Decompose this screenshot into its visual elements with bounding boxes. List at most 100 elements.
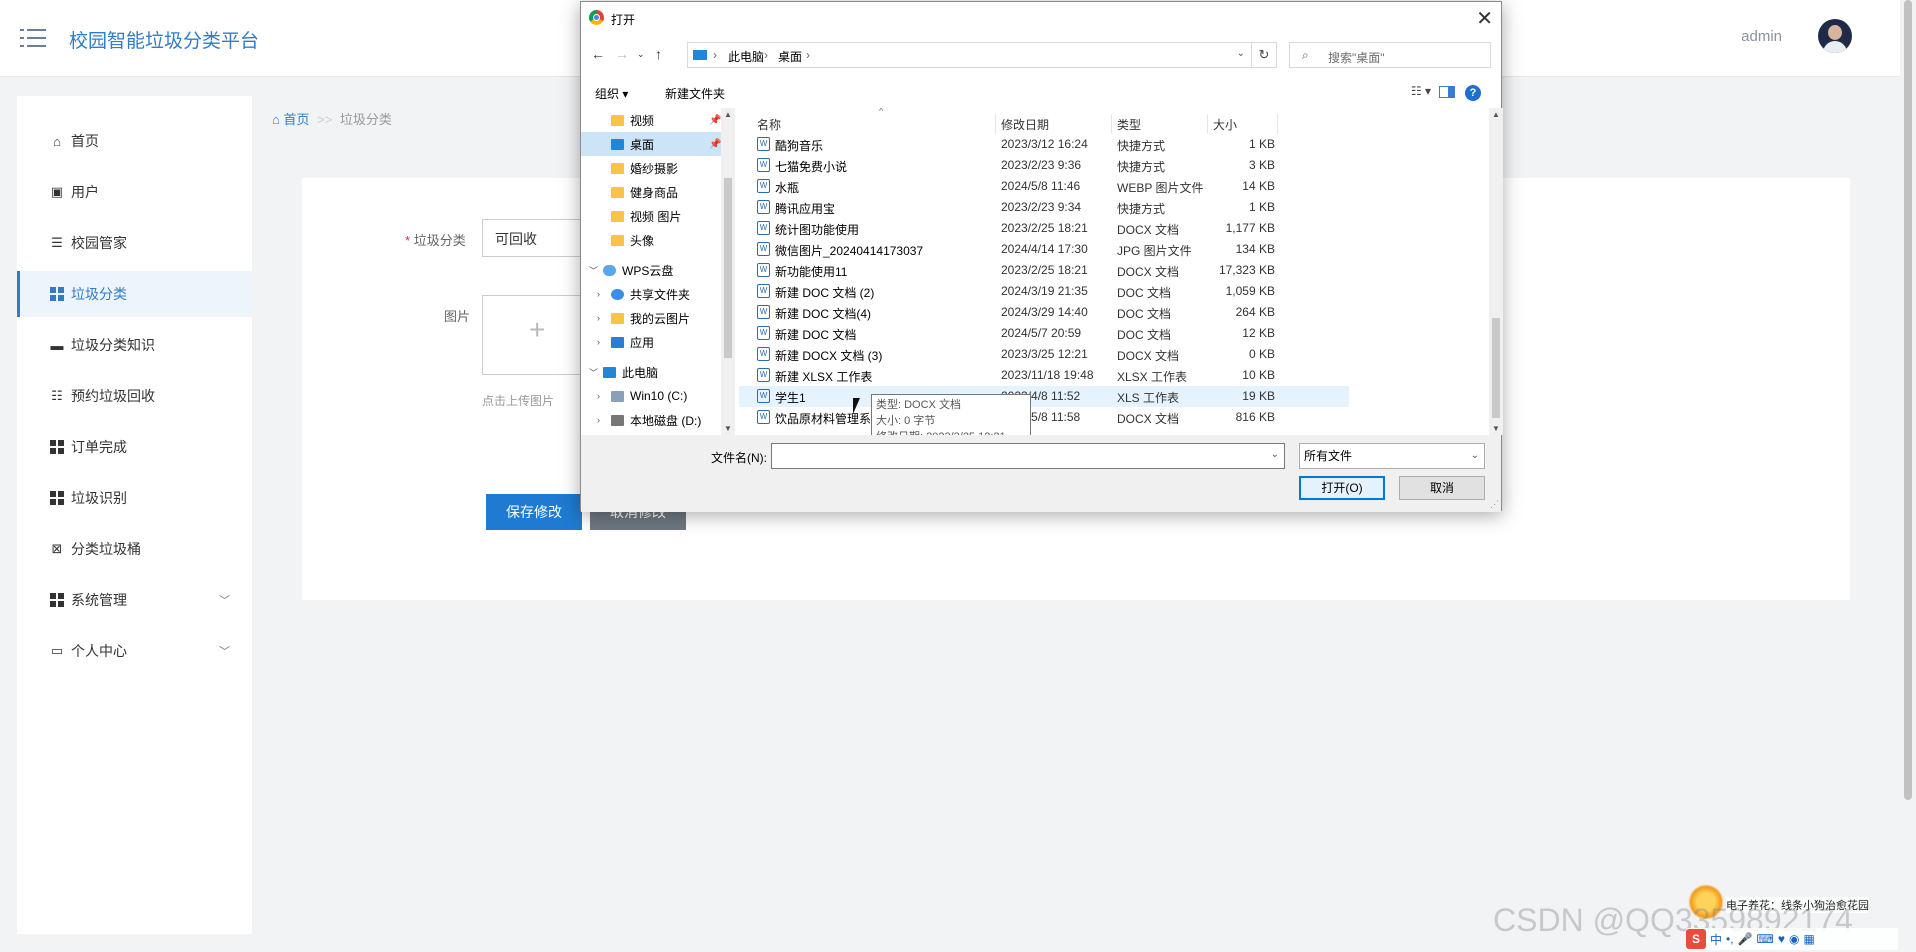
chevron-down-icon: ﹀ xyxy=(219,646,230,658)
nav-item[interactable]: 婚纱摄影 xyxy=(581,156,721,180)
organize-menu[interactable]: 组织 ▾ xyxy=(595,85,628,102)
username[interactable]: admin xyxy=(1741,28,1782,45)
file-row[interactable]: W 新建 DOC 文档 (2) 2024/3/19 21:35 DOC 文档 1,059… xyxy=(739,281,1349,302)
avatar[interactable] xyxy=(1818,19,1852,53)
sidebar-item-label: 预约垃圾回收 xyxy=(71,388,155,404)
nav-item-wps-cloud[interactable]: ﹀ WPS云盘 xyxy=(581,258,721,282)
file-name: 新建 DOC 文档(4) xyxy=(775,307,872,321)
back-icon[interactable]: ← xyxy=(591,46,605,62)
file-row[interactable]: W 七猫免费小说 2023/2/23 9:36 快捷方式 3 KB xyxy=(739,155,1349,176)
grid-icon xyxy=(49,490,65,506)
punctuation-icon[interactable]: •, xyxy=(1726,932,1734,946)
sidebar-item-knowledge[interactable]: ▬ 垃圾分类知识 xyxy=(17,322,252,368)
address-bar[interactable]: › 此电脑 › 桌面 › ⌄ xyxy=(687,42,1252,68)
nav-item[interactable]: › 共享文件夹 xyxy=(581,282,721,306)
help-icon[interactable]: ? xyxy=(1465,85,1481,101)
file-row[interactable]: W 水瓶 2024/5/8 11:46 WEBP 图片文件 14 KB xyxy=(739,176,1349,197)
toolbox-icon[interactable]: ▦ xyxy=(1803,932,1814,946)
file-name: 新建 DOC 文档 (2) xyxy=(775,286,875,300)
image-upload[interactable]: + xyxy=(482,295,583,375)
nav-item[interactable]: 头像 xyxy=(581,228,721,252)
file-row[interactable]: W 学生1 2023/4/8 11:52 XLS 工作表 19 KB xyxy=(739,386,1349,407)
file-row[interactable]: W 酷狗音乐 2023/3/12 16:24 快捷方式 1 KB xyxy=(739,134,1349,155)
file-row[interactable]: W 微信图片_20240414173037 2024/4/14 17:30 JPG 图… xyxy=(739,239,1349,260)
sidebar-item-garbage-category[interactable]: 垃圾分类 xyxy=(17,271,252,317)
resize-grip-icon[interactable]: ⋰ xyxy=(1490,499,1499,510)
nav-item[interactable]: 视频 图片 xyxy=(581,204,721,228)
nav-item-this-pc[interactable]: ﹀ 此电脑 xyxy=(581,360,721,384)
dialog-cancel-button[interactable]: 取消 xyxy=(1399,476,1485,500)
sidebar-item-orders[interactable]: 订单完成 xyxy=(17,424,252,470)
column-header-type[interactable]: 类型 xyxy=(1117,116,1141,133)
file-row[interactable]: W 新建 DOCX 文档 (3) 2023/3/25 12:21 DOCX 文档 0 K… xyxy=(739,344,1349,365)
sidebar-item-profile[interactable]: ▭ 个人中心 ﹀ xyxy=(17,628,252,674)
breadcrumb-separator: >> xyxy=(317,112,333,127)
sidebar-item-recognition[interactable]: 垃圾识别 xyxy=(17,475,252,521)
open-button[interactable]: 打开(O) xyxy=(1299,476,1385,500)
category-select[interactable]: 可回收 xyxy=(482,219,582,257)
nav-item[interactable]: 健身商品 xyxy=(581,180,721,204)
filetype-select[interactable]: 所有文件 ⌄ xyxy=(1299,443,1485,469)
column-header-date[interactable]: 修改日期 xyxy=(1001,116,1049,133)
file-size: 19 KB xyxy=(1242,389,1275,403)
file-name: 水瓶 xyxy=(775,181,800,195)
keyboard-icon[interactable]: ⌨ xyxy=(1757,932,1774,946)
refresh-icon[interactable]: ↻ xyxy=(1251,42,1277,68)
file-row[interactable]: W 腾讯应用宝 2023/2/23 9:34 快捷方式 1 KB xyxy=(739,197,1349,218)
grid-icon xyxy=(49,439,65,455)
nav-item[interactable]: 视频 📌 xyxy=(581,108,721,132)
view-options-icon[interactable]: ☷ ▾ xyxy=(1411,84,1431,98)
sidebar-item-home[interactable]: ⌂ 首页 xyxy=(17,118,252,164)
nav-item-drive[interactable]: › Win10 (C:) xyxy=(581,384,721,408)
sidebar-item-campus-steward[interactable]: ☰ 校园管家 xyxy=(17,220,252,266)
file-row[interactable]: W 新建 DOC 文档 2024/5/7 20:59 DOC 文档 12 KB xyxy=(739,323,1349,344)
file-row[interactable]: W 饮品原材料管理系 2024/5/8 11:58 DOCX 文档 816 KB xyxy=(739,407,1349,428)
breadcrumb-home[interactable]: ⌂ 首页 xyxy=(272,112,309,127)
recent-dropdown-icon[interactable]: ⌄ xyxy=(637,49,645,60)
sidebar-item-users[interactable]: ▣ 用户 xyxy=(17,169,252,215)
nav-item-drive[interactable]: › 本地磁盘 (D:) xyxy=(581,408,721,432)
nav-item-desktop[interactable]: 桌面 📌 xyxy=(581,132,721,156)
ime-mode[interactable]: 中 xyxy=(1710,931,1722,948)
ime-toolbar[interactable]: S 中 •, 🎤 ⌨ ♥ ◉ ▦ xyxy=(1686,928,1898,950)
path-segment[interactable]: 桌面 xyxy=(778,48,802,65)
chevron-down-icon[interactable]: ⌄ xyxy=(1271,449,1279,460)
column-header-size[interactable]: 大小 xyxy=(1213,116,1237,133)
sidebar: ⌂ 首页 ▣ 用户 ☰ 校园管家 垃圾分类 ▬ 垃圾分类知识 ☷ 预约垃圾回收 … xyxy=(17,96,252,934)
menu-toggle-icon[interactable] xyxy=(20,28,46,48)
nav-item[interactable]: › 应用 xyxy=(581,330,721,354)
sidebar-item-booking[interactable]: ☷ 预约垃圾回收 xyxy=(17,373,252,419)
navigation-pane: 视频 📌 桌面 📌 婚纱摄影 健身商品 视频 图片 头像 ﹀ WPS云盘 › 共享文件夹… xyxy=(581,108,737,435)
nav-item[interactable]: › 我的云图片 xyxy=(581,306,721,330)
game-icon[interactable]: ◉ xyxy=(1789,932,1799,946)
skin-icon[interactable]: ♥ xyxy=(1778,932,1785,946)
chevron-down-icon[interactable]: ⌄ xyxy=(1237,48,1245,59)
save-button[interactable]: 保存修改 xyxy=(486,494,582,530)
file-row[interactable]: W 新建 XLSX 工作表 2023/11/18 19:48 XLSX 工作表 10 K… xyxy=(739,365,1349,386)
file-row[interactable]: W 新建 DOC 文档(4) 2024/3/29 14:40 DOC 文档 264 KB xyxy=(739,302,1349,323)
desktop-icon xyxy=(611,138,624,150)
path-segment[interactable]: 此电脑 xyxy=(728,48,764,65)
nav-scrollbar[interactable]: ▲ ▼ xyxy=(721,108,735,435)
file-type: JPG 图片文件 xyxy=(1117,244,1192,258)
file-date: 2024/4/14 17:30 xyxy=(1001,242,1088,256)
file-size: 1,059 KB xyxy=(1225,284,1275,298)
sidebar-item-system[interactable]: 系统管理 ﹀ xyxy=(17,577,252,623)
file-row[interactable]: W 新功能使用11 2023/2/25 18:21 DOCX 文档 17,323 KB xyxy=(739,260,1349,281)
microphone-icon[interactable]: 🎤 xyxy=(1738,932,1753,946)
page-scrollbar[interactable] xyxy=(1900,0,1916,952)
file-icon: W xyxy=(757,347,770,361)
sidebar-item-bins[interactable]: ⊠ 分类垃圾桶 xyxy=(17,526,252,572)
preview-pane-icon[interactable] xyxy=(1439,86,1455,98)
up-icon[interactable]: ↑ xyxy=(655,46,662,62)
search-input[interactable]: ⌕ 搜索"桌面" xyxy=(1289,42,1491,68)
filename-input[interactable]: ⌄ xyxy=(771,443,1285,469)
new-folder-button[interactable]: 新建文件夹 xyxy=(665,85,725,102)
file-date: 2023/3/12 16:24 xyxy=(1001,137,1088,151)
close-icon[interactable]: ✕ xyxy=(1476,6,1493,31)
file-row[interactable]: W 统计图功能使用 2023/2/25 18:21 DOCX 文档 1,177 KB xyxy=(739,218,1349,239)
breadcrumb-current: 垃圾分类 xyxy=(339,112,392,127)
file-list-scrollbar[interactable]: ▲ ▼ xyxy=(1489,108,1503,435)
forward-icon[interactable]: → xyxy=(615,46,629,62)
column-header-name[interactable]: 名称 xyxy=(757,116,781,133)
